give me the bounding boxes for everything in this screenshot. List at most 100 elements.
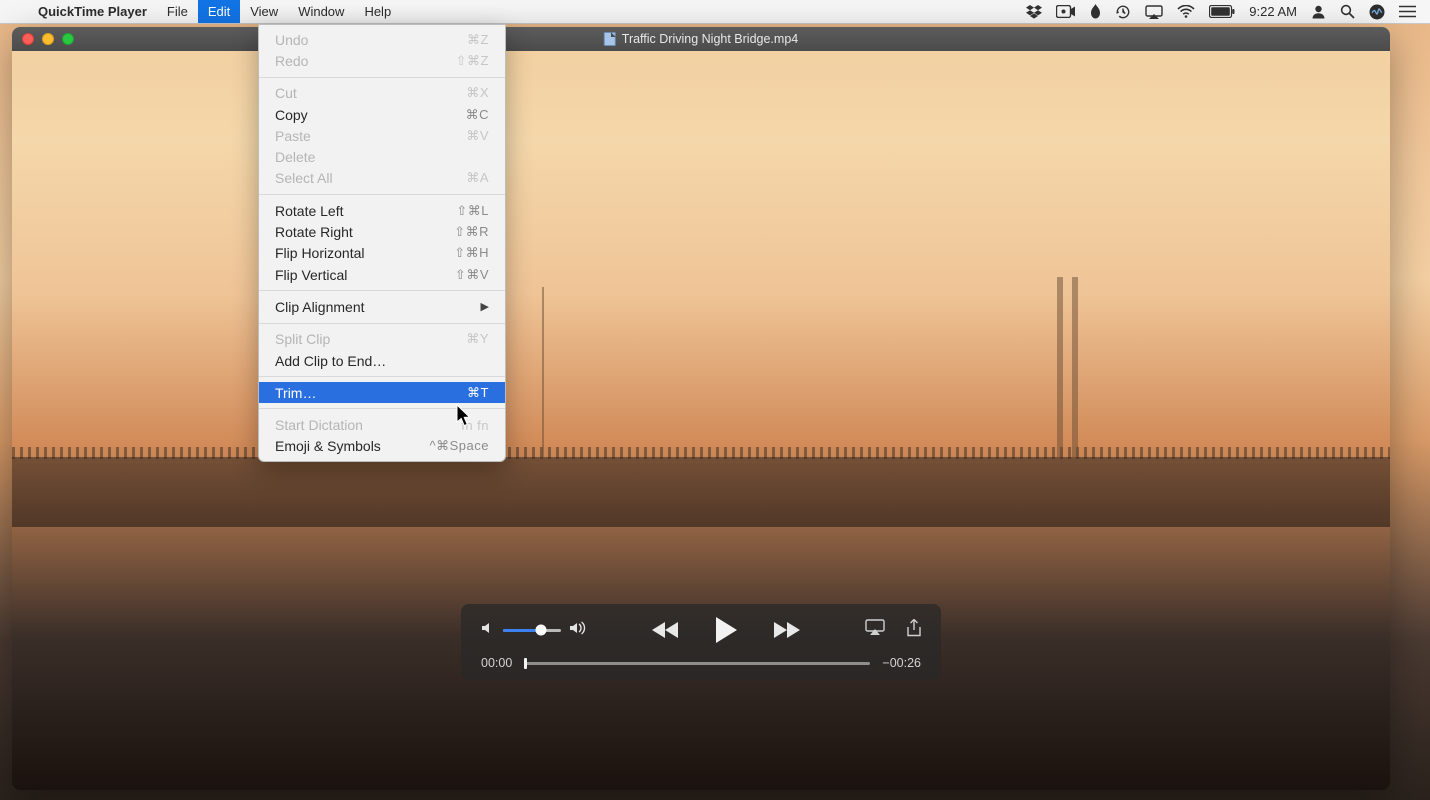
menu-item-undo: Undo ⌘Z xyxy=(259,29,505,50)
menu-item-shortcut: fn fn xyxy=(461,418,489,433)
menu-item-label: Emoji & Symbols xyxy=(275,438,381,454)
menu-item-shortcut: ⌘C xyxy=(466,107,489,123)
timeline-scrubber[interactable] xyxy=(524,662,870,665)
playback-controls: 00:00 −00:26 xyxy=(461,604,941,680)
menu-item-shortcut: ⇧⌘Z xyxy=(456,53,489,69)
menu-separator xyxy=(259,408,505,409)
menu-item-redo: Redo ⇧⌘Z xyxy=(259,50,505,71)
app-name[interactable]: QuickTime Player xyxy=(28,4,157,19)
quicktime-window: Traffic Driving Night Bridge.mp4 xyxy=(12,27,1390,790)
menu-item-delete: Delete xyxy=(259,146,505,167)
menu-item-label: Cut xyxy=(275,85,297,101)
airplay-button[interactable] xyxy=(865,619,885,642)
edit-menu-dropdown: Undo ⌘Z Redo ⇧⌘Z Cut ⌘X Copy ⌘C Paste⌘V Delete Sel… xyxy=(258,24,506,462)
volume-low-icon[interactable] xyxy=(481,621,495,640)
menu-item-trim[interactable]: Trim… ⌘T xyxy=(259,382,505,403)
menu-item-label: Redo xyxy=(275,53,308,69)
play-button[interactable] xyxy=(714,616,738,644)
menu-item-cut: Cut ⌘X xyxy=(259,83,505,104)
window-title: Traffic Driving Night Bridge.mp4 xyxy=(604,32,798,46)
zoom-button[interactable] xyxy=(62,33,74,45)
backblaze-icon[interactable] xyxy=(1090,4,1101,20)
menu-item-start-dictation: Start Dictation fn fn xyxy=(259,414,505,435)
rewind-button[interactable] xyxy=(652,620,680,640)
menu-item-split-clip: Split Clip ⌘Y xyxy=(259,329,505,350)
window-controls xyxy=(12,33,74,45)
dropbox-icon[interactable] xyxy=(1026,5,1042,19)
video-content xyxy=(542,287,544,457)
menu-item-label: Undo xyxy=(275,32,308,48)
time-remaining: −00:26 xyxy=(882,656,921,670)
close-button[interactable] xyxy=(22,33,34,45)
menu-item-label: Start Dictation xyxy=(275,417,363,433)
menu-edit[interactable]: Edit xyxy=(198,0,240,23)
menu-separator xyxy=(259,376,505,377)
menu-separator xyxy=(259,290,505,291)
minimize-button[interactable] xyxy=(42,33,54,45)
macos-menubar: QuickTime Player File Edit View Window H… xyxy=(0,0,1430,24)
menu-item-shortcut: ⌘V xyxy=(466,128,489,144)
video-content xyxy=(1057,277,1063,457)
menu-item-label: Copy xyxy=(275,107,308,123)
menu-item-label: Select All xyxy=(275,170,333,186)
notification-center-icon[interactable] xyxy=(1399,5,1416,18)
menu-item-label: Split Clip xyxy=(275,331,330,347)
menu-item-shortcut: ⌘T xyxy=(467,385,489,401)
battery-icon[interactable] xyxy=(1209,5,1235,18)
menu-item-clip-alignment[interactable]: Clip Alignment ▶ xyxy=(259,296,505,317)
share-button[interactable] xyxy=(907,619,921,642)
menu-item-shortcut: ^⌘Space xyxy=(430,438,489,454)
spotlight-icon[interactable] xyxy=(1340,4,1355,19)
menu-item-add-clip-to-end[interactable]: Add Clip to End… xyxy=(259,350,505,371)
menu-separator xyxy=(259,77,505,78)
menu-item-label: Clip Alignment xyxy=(275,299,365,315)
menu-item-rotate-left[interactable]: Rotate Left ⇧⌘L xyxy=(259,200,505,221)
submenu-arrow-icon: ▶ xyxy=(481,300,489,313)
menu-item-flip-vertical[interactable]: Flip Vertical⇧⌘V xyxy=(259,264,505,285)
titlebar[interactable]: Traffic Driving Night Bridge.mp4 xyxy=(12,27,1390,51)
menu-view[interactable]: View xyxy=(240,0,288,23)
menu-item-shortcut: ⌘X xyxy=(466,85,489,101)
menu-item-shortcut: ⇧⌘L xyxy=(456,203,489,219)
menu-item-label: Rotate Left xyxy=(275,203,344,219)
timemachine-icon[interactable] xyxy=(1115,4,1131,20)
window-title-text: Traffic Driving Night Bridge.mp4 xyxy=(622,32,798,46)
video-content xyxy=(1072,277,1078,457)
menu-window[interactable]: Window xyxy=(288,0,354,23)
volume-slider[interactable] xyxy=(503,629,561,632)
time-elapsed: 00:00 xyxy=(481,656,512,670)
user-icon[interactable] xyxy=(1311,4,1326,19)
menu-item-paste: Paste⌘V xyxy=(259,125,505,146)
menu-separator xyxy=(259,194,505,195)
volume-control xyxy=(481,621,587,640)
wifi-icon[interactable] xyxy=(1177,5,1195,18)
menu-item-emoji-symbols[interactable]: Emoji & Symbols ^⌘Space xyxy=(259,436,505,457)
menu-help[interactable]: Help xyxy=(354,0,401,23)
camera-icon[interactable] xyxy=(1056,5,1076,18)
menu-item-shortcut: ⌘A xyxy=(466,170,489,186)
menu-item-flip-horizontal[interactable]: Flip Horizontal ⇧⌘H xyxy=(259,243,505,264)
document-icon xyxy=(604,32,616,46)
menu-item-label: Trim… xyxy=(275,385,316,401)
menu-file[interactable]: File xyxy=(157,0,198,23)
menu-item-label: Rotate Right xyxy=(275,224,353,240)
menu-separator xyxy=(259,323,505,324)
menu-item-label: Flip Horizontal xyxy=(275,245,364,261)
volume-high-icon[interactable] xyxy=(569,621,587,640)
menu-item-shortcut: ⇧⌘H xyxy=(454,245,489,261)
menu-item-label: Delete xyxy=(275,149,315,165)
menubar-clock[interactable]: 9:22 AM xyxy=(1249,4,1297,19)
siri-icon[interactable] xyxy=(1369,4,1385,20)
menu-item-copy[interactable]: Copy ⌘C xyxy=(259,104,505,125)
menubar-right: 9:22 AM xyxy=(1026,4,1430,20)
menu-item-label: Add Clip to End… xyxy=(275,353,386,369)
fast-forward-button[interactable] xyxy=(772,620,800,640)
airplay-icon[interactable] xyxy=(1145,5,1163,19)
video-content xyxy=(12,457,1390,527)
menu-item-shortcut: ⇧⌘R xyxy=(454,224,489,240)
menu-item-shortcut: ⌘Z xyxy=(467,32,489,48)
menu-item-select-all: Select All ⌘A xyxy=(259,168,505,189)
menu-item-shortcut: ⌘Y xyxy=(466,331,489,347)
menu-item-rotate-right[interactable]: Rotate Right ⇧⌘R xyxy=(259,221,505,242)
menu-item-shortcut: ⇧⌘V xyxy=(455,267,489,283)
